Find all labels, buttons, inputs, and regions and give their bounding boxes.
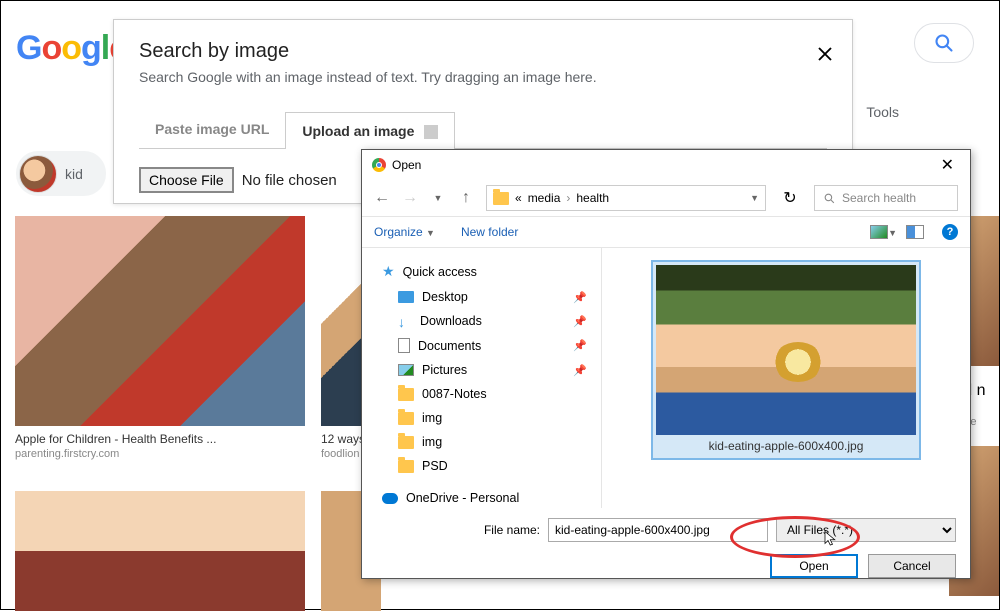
result-thumb [15,491,305,611]
search-icon [934,33,954,53]
nav-up-button[interactable]: ↑ [458,190,474,206]
open-button[interactable]: Open [770,554,858,578]
pin-icon: 📌 [573,291,587,304]
sbi-tabs: Paste image URL Upload an image [139,111,827,148]
folder-icon [398,436,414,449]
close-button[interactable] [816,45,834,68]
tree-psd[interactable]: PSD [362,454,601,478]
tree-downloads[interactable]: Downloads📌 [362,309,601,333]
folder-tree[interactable]: ★Quick access Desktop📌 Downloads📌 Docume… [362,248,602,508]
tab-paste-url[interactable]: Paste image URL [139,111,285,148]
tree-notes[interactable]: 0087-Notes [362,382,601,406]
pin-icon: 📌 [573,315,587,328]
file-thumbnail[interactable]: kid-eating-apple-600x400.jpg [651,260,921,460]
filename-input[interactable] [548,518,768,542]
star-icon: ★ [382,263,395,280]
cloud-icon [382,493,398,504]
refresh-button[interactable]: ↻ [778,186,802,210]
file-filter-select[interactable]: All Files (*.*) [776,518,956,542]
nav-history-dropdown[interactable]: ▼ [430,190,446,206]
document-icon [398,338,410,353]
file-open-dialog: Open ✕ ← → ▼ ↑ « media › health ▼ ↻ Sear… [361,149,971,579]
pin-icon: 📌 [573,364,587,377]
search-placeholder: Search health [842,191,916,205]
dialog-toolbar: Organize ▼ New folder ▼ ? [362,216,970,248]
tree-documents[interactable]: Documents📌 [362,333,601,358]
help-icon[interactable] [424,125,438,139]
dialog-body: ★Quick access Desktop📌 Downloads📌 Docume… [362,248,970,508]
tools-link[interactable]: Tools [866,104,899,120]
tree-img1[interactable]: img [362,406,601,430]
folder-icon [493,192,509,205]
desktop-icon [398,291,414,303]
close-icon [816,45,834,63]
tree-img2[interactable]: img [362,430,601,454]
result-thumb [15,216,305,426]
cancel-button[interactable]: Cancel [868,554,956,578]
tree-desktop[interactable]: Desktop📌 [362,285,601,309]
dialog-nav: ← → ▼ ↑ « media › health ▼ ↻ Search heal… [362,180,970,216]
new-folder-button[interactable]: New folder [461,225,518,239]
search-icon [823,192,836,205]
tree-pictures[interactable]: Pictures📌 [362,358,601,382]
no-file-label: No file chosen [242,172,337,189]
tree-onedrive[interactable]: OneDrive - Personal [362,486,601,508]
nav-forward-button[interactable]: → [402,190,418,206]
thumbnail-label: kid-eating-apple-600x400.jpg [707,435,866,455]
path-bar[interactable]: « media › health ▼ [486,185,766,211]
view-preview-button[interactable] [906,225,924,239]
sbi-subtitle: Search Google with an image instead of t… [139,69,827,85]
result-tile[interactable]: Apple for Children - Health Benefits ...… [15,216,305,460]
dialog-search-input[interactable]: Search health [814,185,958,211]
folder-icon [398,388,414,401]
result-title: Apple for Children - Health Benefits ... [15,432,305,446]
dialog-title: Open [392,158,421,172]
path-seg[interactable]: media [528,191,561,205]
organize-menu[interactable]: Organize ▼ [374,225,435,239]
filename-label: File name: [484,523,540,537]
pin-icon: 📌 [573,339,587,352]
chrome-icon [372,158,386,172]
dialog-buttons: Open Cancel [376,554,956,578]
result-source: parenting.firstcry.com [15,448,305,460]
sbi-title: Search by image [139,40,827,63]
tab-upload-label: Upload an image [302,123,414,139]
dialog-titlebar: Open ✕ [362,150,970,180]
path-dropdown-icon[interactable]: ▼ [750,193,759,203]
tree-quick-access[interactable]: ★Quick access [362,258,601,285]
tab-upload-image[interactable]: Upload an image [285,112,455,149]
view-thumbnails-button[interactable]: ▼ [870,225,888,239]
result-tile[interactable] [15,491,305,611]
path-seg[interactable]: health [576,191,609,205]
chevron-right-icon: › [566,191,570,205]
filename-row: File name: All Files (*.*) [376,518,956,542]
choose-file-button[interactable]: Choose File [139,167,234,193]
search-button[interactable] [914,23,974,63]
folder-icon [398,460,414,473]
dialog-bottom: File name: All Files (*.*) Open Cancel [362,508,970,588]
chip-label: kid [65,166,83,182]
folder-icon [398,412,414,425]
nav-back-button[interactable]: ← [374,190,390,206]
file-preview-pane: kid-eating-apple-600x400.jpg [602,248,970,508]
thumbnail-image [656,265,916,435]
path-prefix: « [515,191,522,205]
pictures-icon [398,364,414,376]
help-button[interactable]: ? [942,224,958,240]
download-icon [398,314,412,328]
dialog-close-button[interactable]: ✕ [935,155,960,175]
image-results-row2 [15,491,381,611]
related-chip[interactable]: kid [16,151,106,196]
google-logo[interactable]: Google [16,29,127,68]
chip-thumb [19,155,57,193]
